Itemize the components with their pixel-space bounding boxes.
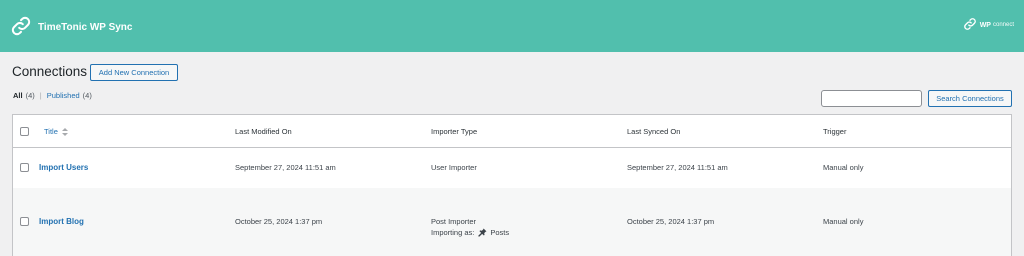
trigger-cell: Manual only bbox=[823, 217, 864, 226]
wpconnect-logo: WP connect bbox=[963, 17, 1014, 33]
wpconnect-link-icon bbox=[963, 17, 980, 33]
row-checkbox[interactable] bbox=[20, 163, 29, 172]
last-modified-cell: October 25, 2024 1:37 pm bbox=[235, 217, 323, 226]
last-synced-cell: October 25, 2024 1:37 pm bbox=[627, 217, 715, 226]
connection-title-link[interactable]: Import Users bbox=[39, 163, 88, 172]
filter-separator: | bbox=[39, 91, 42, 100]
table-header: Title Last Modified On Importer Type Las… bbox=[13, 115, 1011, 148]
connection-title-link[interactable]: Import Blog bbox=[39, 217, 84, 226]
column-header-last-synced: Last Synced On bbox=[627, 127, 681, 136]
column-header-importer-type: Importer Type bbox=[431, 127, 478, 136]
pushpin-icon bbox=[478, 228, 487, 237]
add-new-connection-button[interactable]: Add New Connection bbox=[90, 64, 178, 81]
table-row: Import Users September 27, 2024 11:51 am… bbox=[13, 148, 1011, 188]
column-header-title-label: Title bbox=[44, 127, 58, 136]
wpconnect-connect-text: connect bbox=[992, 22, 1014, 28]
link-icon bbox=[10, 15, 32, 39]
search-connections-button[interactable]: Search Connections bbox=[928, 90, 1012, 107]
sort-icon bbox=[61, 127, 68, 136]
last-modified-cell: September 27, 2024 11:51 am bbox=[235, 163, 336, 172]
search-input[interactable] bbox=[821, 90, 922, 107]
filter-published-count: (4) bbox=[82, 91, 92, 100]
importing-as-label: Importing as: bbox=[431, 228, 475, 237]
importing-as-value: Posts bbox=[490, 228, 510, 237]
importer-type-cell: User Importer bbox=[431, 163, 477, 172]
status-filters: All (4) | Published (4) bbox=[13, 91, 92, 100]
top-bar: TimeTonic WP Sync WP connect bbox=[0, 0, 1024, 52]
table-row: Import Blog October 25, 2024 1:37 pm Pos… bbox=[13, 188, 1011, 256]
connections-table: Title Last Modified On Importer Type Las… bbox=[12, 114, 1012, 256]
column-header-last-modified: Last Modified On bbox=[235, 127, 292, 136]
select-all-checkbox[interactable] bbox=[20, 127, 29, 136]
filter-published-link[interactable]: Published bbox=[47, 91, 80, 100]
last-synced-cell: September 27, 2024 11:51 am bbox=[627, 163, 728, 172]
brand-name: TimeTonic WP Sync bbox=[38, 21, 133, 33]
importer-type-cell: Post Importer bbox=[431, 217, 477, 226]
row-checkbox[interactable] bbox=[20, 217, 29, 226]
filter-all-link[interactable]: All bbox=[13, 91, 23, 100]
filter-all-count: (4) bbox=[25, 91, 35, 100]
brand: TimeTonic WP Sync bbox=[10, 15, 132, 39]
trigger-cell: Manual only bbox=[823, 163, 864, 172]
column-header-title[interactable]: Title bbox=[44, 127, 68, 136]
column-header-trigger: Trigger bbox=[823, 127, 847, 136]
page-title: Connections bbox=[12, 64, 88, 79]
importing-as-line: Importing as: Posts bbox=[431, 228, 509, 237]
wpconnect-wp-text: WP bbox=[979, 21, 991, 29]
